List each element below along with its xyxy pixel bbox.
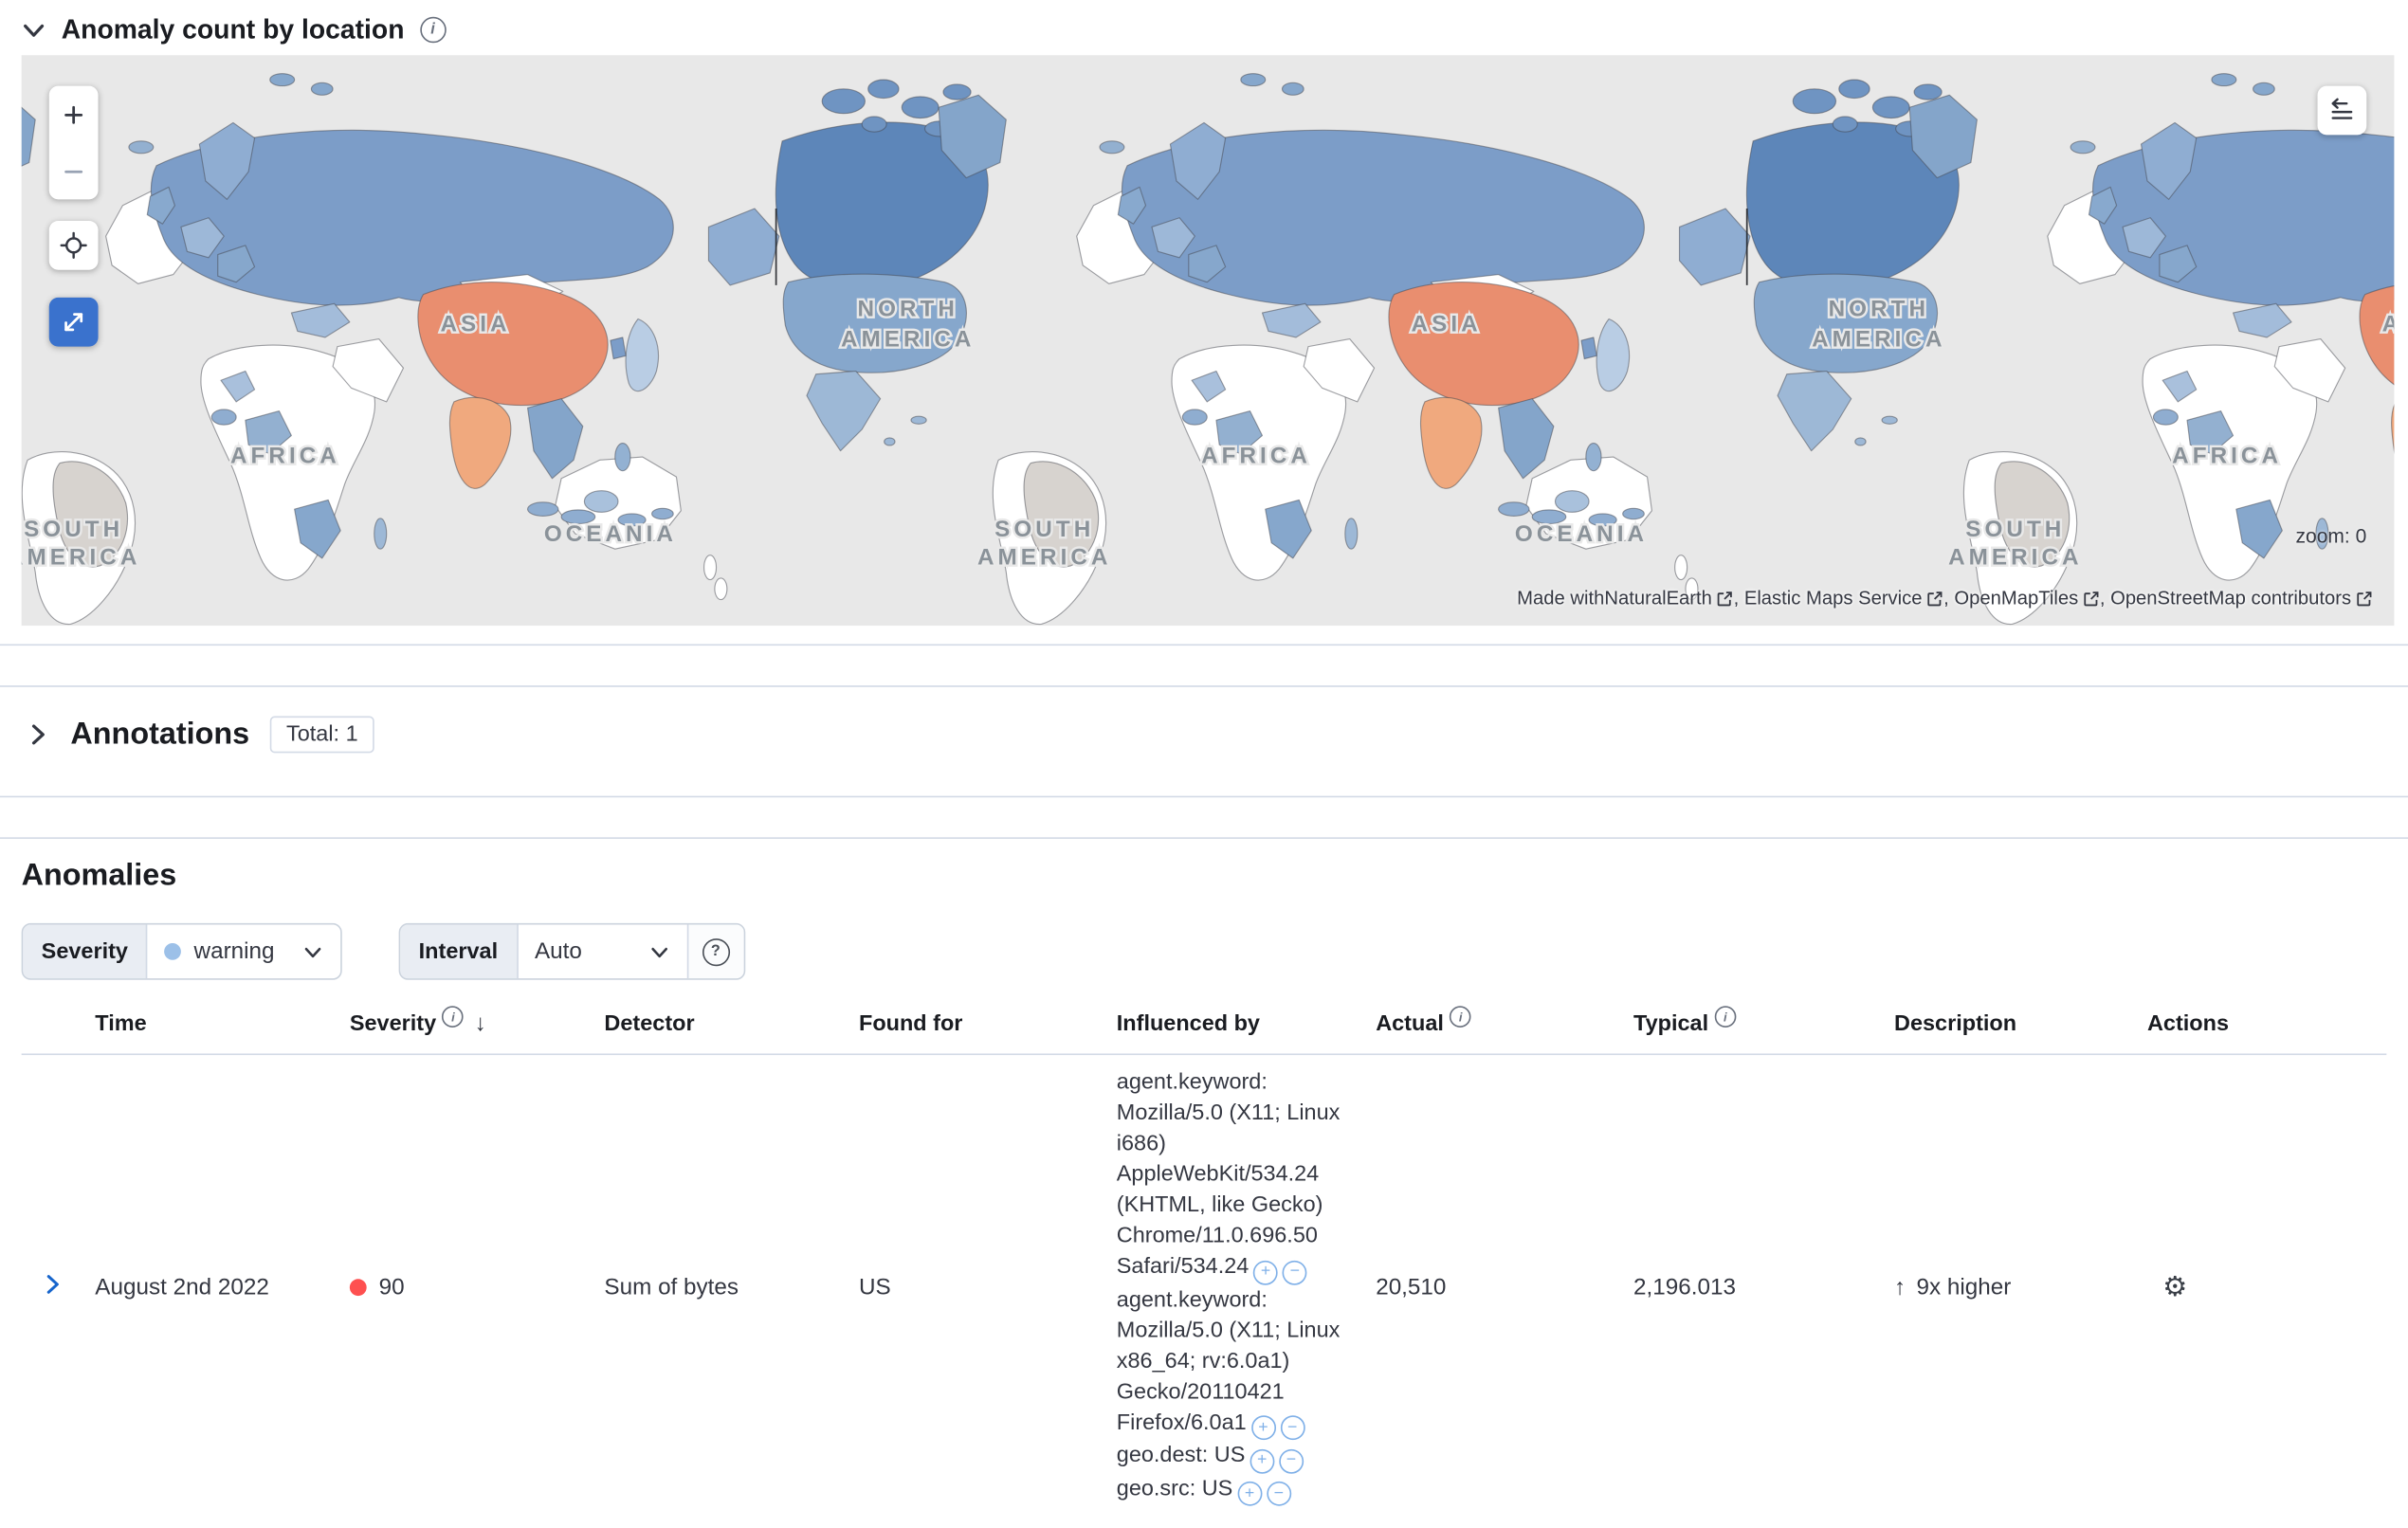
divider [0, 644, 2408, 646]
header-time[interactable]: Time [95, 1010, 350, 1037]
anomalies-table-header: Time Severity i ↓ Detector Found for Inf… [21, 1006, 2387, 1056]
cell-severity: 90 [349, 1274, 605, 1300]
anomaly-row: August 2nd 2022 90 Sum of bytes US agent… [22, 1055, 2387, 1519]
chevron-down-icon [650, 947, 667, 957]
external-link-icon [2084, 591, 2099, 606]
attribution-separator: , [1943, 587, 1955, 609]
expand-diagonal-icon [64, 313, 83, 332]
divider [0, 837, 2408, 839]
header-expander [22, 1010, 96, 1037]
filter-for-icon[interactable]: + [1250, 1415, 1276, 1441]
collapse-legend-button[interactable] [2317, 85, 2367, 136]
attribution-link-openmaptiles[interactable]: OpenMapTiles [1954, 588, 2099, 609]
severity-filter-select[interactable]: warning [148, 925, 341, 979]
header-description[interactable]: Description [1894, 1010, 2147, 1037]
map-attribution: Made with NaturalEarth , Elastic Maps Se… [1517, 588, 2373, 609]
filter-out-icon[interactable]: − [1280, 1415, 1305, 1441]
influencer-item: geo.src: US + − [1117, 1473, 1358, 1506]
cell-influenced-by: agent.keyword: Mozilla/5.0 (X11; Linux i… [1117, 1067, 1376, 1506]
map-panel-collapse-button[interactable] [22, 18, 46, 43]
world-map: ASIA NORTH AMERICA AFRICA OCEANIA SOUTH … [22, 55, 2395, 626]
minus-icon [64, 170, 83, 173]
cell-actual: 20,510 [1376, 1273, 1447, 1301]
sort-desc-icon[interactable]: ↓ [475, 1010, 486, 1037]
cell-actions: ⚙ [2147, 1272, 2386, 1301]
header-found-for[interactable]: Found for [859, 1010, 1117, 1037]
attribution-link-elastic-maps[interactable]: Elastic Maps Service [1744, 588, 1943, 609]
attribution-separator: , [1733, 587, 1744, 609]
influencer-item: agent.keyword: Mozilla/5.0 (X11; Linux x… [1117, 1284, 1358, 1441]
attribution-link-naturalearth[interactable]: NaturalEarth [1604, 588, 1733, 609]
external-link-icon [2357, 591, 2372, 606]
divider [0, 795, 2408, 798]
filter-for-icon[interactable]: + [1253, 1260, 1279, 1284]
severity-dot [349, 1278, 367, 1296]
chevron-down-icon [305, 947, 322, 957]
anomalies-table: Time Severity i ↓ Detector Found for Inf… [21, 1006, 2387, 1519]
info-icon[interactable]: i [1714, 1006, 1737, 1028]
header-actual[interactable]: Actual i [1376, 1006, 1633, 1037]
interval-filter-select[interactable]: Auto [518, 925, 686, 979]
gear-icon[interactable]: ⚙ [2162, 1270, 2187, 1301]
divider [0, 685, 2408, 687]
menu-left-icon [2331, 98, 2353, 119]
filter-for-icon[interactable]: + [1250, 1448, 1275, 1473]
influencer-item: geo.dest: US + − [1117, 1440, 1358, 1473]
map-zoom-controls [48, 85, 99, 200]
anomaly-map[interactable]: ASIA NORTH AMERICA AFRICA OCEANIA SOUTH … [21, 55, 2395, 627]
annotations-expand-button[interactable] [27, 722, 51, 747]
interval-filter: Interval Auto ? [398, 922, 745, 980]
cell-typical: 2,196.013 [1633, 1273, 1736, 1301]
filter-out-icon[interactable]: − [1266, 1481, 1291, 1506]
attribution-prefix: Made with [1517, 587, 1605, 609]
zoom-in-button[interactable] [49, 86, 99, 143]
chevron-right-icon [31, 724, 45, 745]
chevron-down-icon [24, 24, 45, 37]
cell-detector: Sum of bytes [604, 1273, 739, 1301]
plus-icon [64, 105, 83, 123]
info-icon[interactable]: i [419, 16, 447, 44]
info-icon[interactable]: i [1450, 1006, 1472, 1028]
cell-description: ↑ 9x higher [1894, 1273, 2012, 1301]
influencer-item: agent.keyword: Mozilla/5.0 (X11; Linux i… [1117, 1067, 1358, 1284]
map-panel-header: Anomaly count by location i [22, 14, 447, 46]
severity-filter-label: Severity [23, 924, 149, 979]
row-expander-cell [22, 1272, 96, 1301]
fit-to-data-button[interactable] [48, 220, 99, 270]
zoom-level-indicator: zoom: 0 [2295, 524, 2367, 548]
filter-out-icon[interactable]: − [1282, 1260, 1307, 1284]
external-link-icon [1927, 591, 1943, 606]
cell-time: August 2nd 2022 [95, 1273, 269, 1301]
annotations-section-header: Annotations Total: 1 [27, 716, 375, 754]
annotations-total-badge: Total: 1 [269, 716, 375, 754]
row-expand-button[interactable] [42, 1272, 64, 1295]
severity-filter: Severity warning [21, 922, 343, 980]
filter-for-icon[interactable]: + [1237, 1481, 1263, 1506]
zoom-out-button[interactable] [49, 142, 99, 199]
header-detector[interactable]: Detector [604, 1010, 859, 1037]
anomalies-title: Anomalies [21, 858, 177, 893]
arrow-up-icon: ↑ [1894, 1273, 1906, 1301]
anomaly-explorer-page: Anomaly count by location i zoom: 0 Made… [0, 0, 2408, 1528]
attribution-separator: , [2099, 587, 2111, 609]
annotations-title: Annotations [70, 717, 250, 751]
attribution-link-openstreetmap[interactable]: OpenStreetMap contributors [2110, 588, 2373, 609]
external-link-icon [1718, 591, 1733, 606]
filter-out-icon[interactable]: − [1278, 1448, 1304, 1473]
crosshair-icon [60, 231, 87, 260]
help-icon: ? [702, 937, 730, 966]
map-panel-title: Anomaly count by location [61, 13, 405, 45]
header-influenced-by[interactable]: Influenced by [1117, 1010, 1376, 1037]
header-severity[interactable]: Severity i ↓ [350, 1006, 605, 1037]
map-fullscreen-button[interactable] [48, 297, 99, 347]
interval-filter-label: Interval [400, 924, 519, 979]
header-actions: Actions [2146, 1010, 2229, 1036]
info-icon[interactable]: i [442, 1006, 465, 1028]
cell-found-for: US [858, 1273, 891, 1301]
chevron-right-icon [46, 1274, 59, 1293]
header-typical[interactable]: Typical i [1633, 1006, 1894, 1037]
severity-warning-dot [164, 942, 182, 960]
interval-help-button[interactable]: ? [686, 924, 743, 979]
